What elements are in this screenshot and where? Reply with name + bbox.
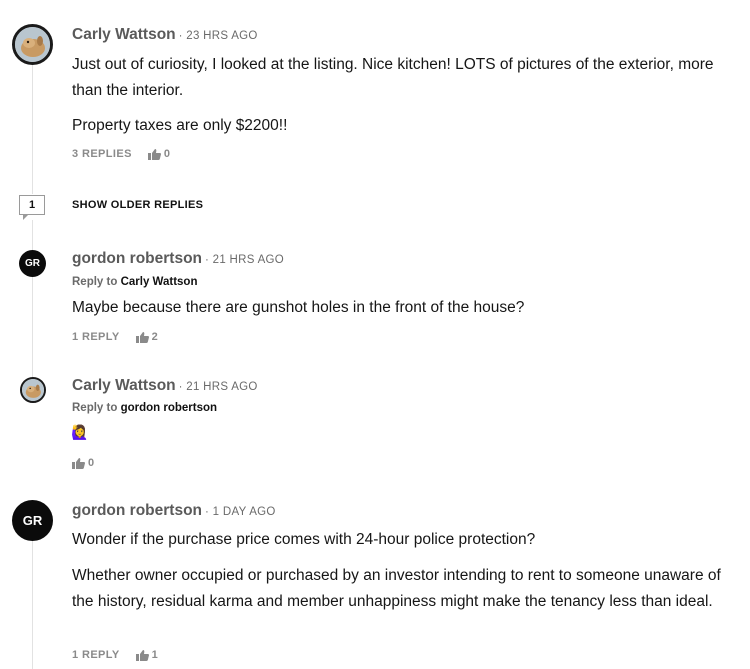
- comment-author[interactable]: gordon robertson · 1 DAY AGO: [72, 502, 276, 520]
- comment-author[interactable]: Carly Wattson · 21 HRS AGO: [72, 377, 258, 395]
- comment-paragraph: Wonder if the purchase price comes with …: [72, 531, 536, 548]
- comment-body: Just out of curiosity, I looked at the l…: [72, 52, 722, 104]
- avatar[interactable]: GR: [12, 500, 53, 541]
- animal-photo-icon: [15, 27, 50, 62]
- comment-body: Property taxes are only $2200!!: [72, 113, 722, 139]
- thread-line: [32, 220, 33, 250]
- comment-timestamp: · 21 HRS AGO: [205, 254, 285, 266]
- comment-timestamp: · 21 HRS AGO: [178, 381, 258, 393]
- replies-link[interactable]: 3 REPLIES: [72, 148, 132, 160]
- thread-line: [32, 276, 33, 378]
- reply-to-label: Reply to: [72, 402, 118, 414]
- like-button[interactable]: 0: [72, 457, 95, 469]
- like-button[interactable]: 0: [147, 148, 171, 160]
- comment-paragraph: Whether owner occupied or purchased by a…: [72, 567, 721, 610]
- comment-paragraph: Property taxes are only $2200!!: [72, 117, 288, 134]
- comment-actions: 1 REPLY 1: [72, 649, 158, 661]
- comment-actions: 1 REPLY 2: [72, 331, 158, 343]
- comment-actions: 3 REPLIES 0: [72, 148, 170, 160]
- avatar[interactable]: [12, 24, 53, 65]
- author-name[interactable]: gordon robertson: [72, 250, 202, 267]
- replies-link[interactable]: 1 REPLY: [72, 649, 120, 661]
- comment-author[interactable]: gordon robertson · 21 HRS AGO: [72, 250, 284, 268]
- thumbs-up-icon: [135, 649, 149, 661]
- animal-photo-icon: [22, 379, 44, 401]
- replies-link[interactable]: 1 REPLY: [72, 331, 120, 343]
- like-button[interactable]: 2: [135, 331, 159, 343]
- show-older-replies-button[interactable]: SHOW OLDER REPLIES: [72, 199, 203, 211]
- reply-to: Reply to Carly Wattson: [72, 276, 197, 288]
- avatar[interactable]: GR: [19, 250, 46, 277]
- author-name[interactable]: gordon robertson: [72, 502, 202, 519]
- comment-timestamp: · 23 HRS AGO: [178, 30, 258, 42]
- avatar[interactable]: [20, 377, 46, 403]
- reply-to-user[interactable]: Carly Wattson: [121, 276, 198, 288]
- thumbs-up-icon: [72, 457, 85, 469]
- thumbs-up-icon: [147, 148, 161, 160]
- comment-paragraph: Just out of curiosity, I looked at the l…: [72, 56, 714, 99]
- emoji: 🙋‍♀️: [71, 424, 89, 440]
- comment-paragraph: Maybe because there are gunshot holes in…: [72, 299, 525, 316]
- reply-to-user[interactable]: gordon robertson: [121, 402, 217, 414]
- thread-line: [32, 540, 33, 669]
- like-count: 0: [163, 148, 171, 160]
- like-button[interactable]: 1: [135, 649, 159, 661]
- reply-to-label: Reply to: [72, 276, 118, 288]
- comment-author[interactable]: Carly Wattson · 23 HRS AGO: [72, 26, 258, 44]
- comment-body: Maybe because there are gunshot holes in…: [72, 295, 722, 321]
- thread-line: [32, 64, 33, 194]
- older-replies-count[interactable]: 1: [19, 195, 45, 220]
- author-name[interactable]: Carly Wattson: [72, 26, 176, 43]
- thumbs-up-icon: [135, 331, 149, 343]
- like-count: 2: [151, 331, 159, 343]
- reply-to: Reply to gordon robertson: [72, 402, 217, 414]
- like-count: 0: [88, 457, 95, 469]
- author-name[interactable]: Carly Wattson: [72, 377, 176, 394]
- like-count: 1: [151, 649, 159, 661]
- comment-body: Wonder if the purchase price comes with …: [72, 527, 722, 553]
- comment-body: Whether owner occupied or purchased by a…: [72, 563, 722, 615]
- comment-actions: 0: [72, 457, 95, 469]
- comment-timestamp: · 1 DAY AGO: [205, 506, 276, 518]
